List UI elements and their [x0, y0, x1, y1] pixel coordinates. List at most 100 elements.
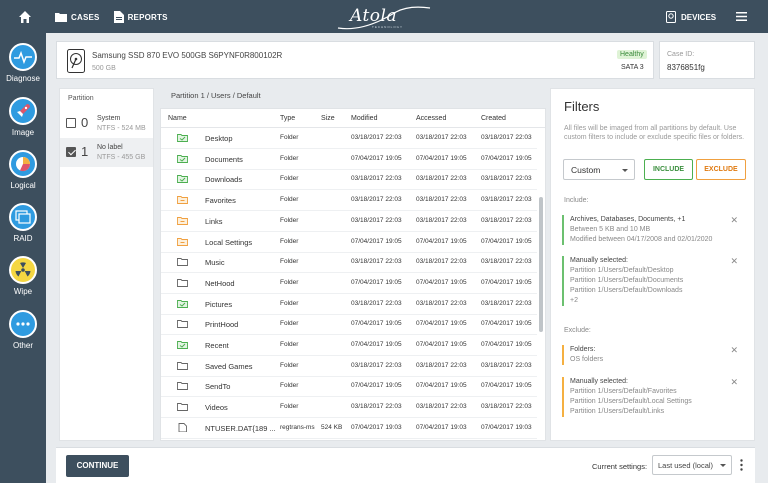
more-vertical-icon[interactable]	[740, 459, 743, 471]
file-accessed: 07/04/2017 19:05	[416, 382, 467, 390]
logo-subtitle: TECHNOLOGY	[372, 25, 404, 29]
file-name: Local Settings	[205, 237, 253, 247]
file-name: Downloads	[205, 175, 243, 185]
table-row[interactable]: Recent Folder 07/04/2017 19:05 07/04/2017 1…	[161, 335, 537, 356]
filter-mode-select[interactable]: Custom	[563, 159, 635, 180]
file-modified: 07/04/2017 19:05	[351, 237, 402, 245]
partition-row[interactable]: 0 System NTFS - 524 MB	[60, 109, 153, 138]
filter-mode-value: Custom	[571, 165, 601, 175]
remove-icon[interactable]: ✕	[730, 215, 738, 225]
file-created: 07/04/2017 19:03	[481, 423, 532, 431]
rail-other[interactable]: Other	[0, 310, 46, 350]
remove-icon[interactable]: ✕	[730, 345, 738, 355]
file-created: 03/18/2017 22:03	[481, 196, 532, 204]
file-modified: 07/04/2017 19:05	[351, 382, 402, 390]
hard-drive-icon	[67, 49, 85, 73]
rail-wipe[interactable]: Wipe	[0, 256, 46, 296]
partition-panel: Partition 0 System NTFS - 524 MB 1 No la…	[59, 88, 154, 441]
column-header-size[interactable]: Size	[321, 115, 335, 122]
device-interface: SATA 3	[621, 64, 644, 71]
column-header-modified[interactable]: Modified	[351, 115, 377, 122]
case-id-value: 8376851fg	[667, 63, 705, 72]
table-row[interactable]: Music Folder 03/18/2017 22:03 03/18/2017 22…	[161, 252, 537, 274]
partition-row[interactable]: 1 No label NTFS - 455 GB	[60, 138, 153, 167]
rail-wipe-label: Wipe	[13, 287, 33, 296]
folder-icon	[177, 258, 188, 267]
nav-cases[interactable]: CASES	[55, 11, 100, 23]
raid-icon	[9, 203, 37, 231]
table-row[interactable]: SendTo Folder 07/04/2017 19:05 07/04/2017 1…	[161, 376, 537, 398]
file-name: Saved Games	[205, 361, 253, 371]
rule-line: Partition 1/Users/Default/Downloads	[570, 287, 683, 294]
table-row[interactable]: Videos Folder 03/18/2017 22:03 03/18/2017 2…	[161, 397, 537, 419]
devices-button[interactable]: DEVICES	[666, 11, 716, 23]
remove-icon[interactable]: ✕	[730, 377, 738, 387]
rail-raid-label: RAID	[13, 234, 33, 243]
include-rule[interactable]: Archives, Databases, Documents, +1 Betwe…	[562, 215, 750, 245]
continue-button[interactable]: CONTINUE	[66, 455, 129, 477]
hamburger-menu-icon[interactable]	[736, 12, 747, 21]
current-settings-select[interactable]: Last used (local)	[652, 455, 732, 475]
file-created: 03/18/2017 22:03	[481, 299, 532, 307]
rule-line: OS folders	[570, 356, 604, 363]
file-type: Folder	[280, 403, 299, 411]
rail-image[interactable]: Image	[0, 97, 46, 137]
rule-line: Modified between 04/17/2008 and 02/01/20…	[570, 236, 713, 243]
column-header-type[interactable]: Type	[280, 115, 295, 122]
rail-other-label: Other	[12, 341, 33, 350]
table-row[interactable]: Pictures Folder 03/18/2017 22:03 03/18/2017…	[161, 294, 537, 315]
include-button[interactable]: INCLUDE	[644, 159, 693, 180]
column-header-accessed[interactable]: Accessed	[416, 115, 446, 122]
nav-reports[interactable]: REPORTS	[113, 11, 168, 23]
breadcrumb[interactable]: Partition 1 / Users / Default	[171, 91, 261, 100]
file-modified: 03/18/2017 22:03	[351, 403, 402, 411]
file-size: 524 KB	[321, 423, 343, 431]
table-row[interactable]: Saved Games Folder 03/18/2017 22:03 03/18/2…	[161, 356, 537, 377]
remove-icon[interactable]: ✕	[730, 256, 738, 266]
partition-desc: NTFS - 455 GB	[97, 154, 146, 161]
partition-title: Partition	[68, 95, 94, 102]
case-id-label: Case ID:	[667, 51, 695, 58]
file-name: PrintHood	[205, 320, 239, 330]
file-type: Folder	[280, 278, 299, 286]
file-name: Desktop	[205, 134, 233, 143]
table-row[interactable]: Desktop Folder 03/18/2017 22:03 03/18/2017 …	[161, 128, 537, 149]
table-row[interactable]: Favorites Folder 03/18/2017 22:03 03/18/201…	[161, 190, 537, 212]
rail-raid[interactable]: RAID	[0, 203, 46, 243]
table-row[interactable]: Downloads Folder 03/18/2017 22:03 03/18/201…	[161, 169, 537, 191]
include-rule[interactable]: Manually selected: Partition 1/Users/Def…	[562, 256, 750, 306]
rail-logical[interactable]: Logical	[0, 150, 46, 190]
rail-diagnose[interactable]: Diagnose	[0, 43, 46, 83]
file-modified: 07/04/2017 19:05	[351, 341, 402, 348]
table-row[interactable]: Links Folder 03/18/2017 22:03 03/18/2017 22…	[161, 211, 537, 232]
rule-line: Partition 1/Users/Default/Desktop	[570, 267, 674, 274]
folder-icon	[177, 382, 188, 391]
current-settings-value: Last used (local)	[658, 461, 714, 470]
table-row[interactable]: PrintHood Folder 07/04/2017 19:05 07/04/201…	[161, 314, 537, 336]
scrollbar[interactable]	[539, 197, 543, 332]
status-badge: Healthy	[617, 50, 647, 59]
file-name: Favorites	[205, 196, 236, 206]
exclude-rule[interactable]: Folders: OS folders ✕	[562, 345, 750, 365]
column-header-created[interactable]: Created	[481, 115, 506, 122]
exclude-heading: Exclude:	[564, 327, 591, 334]
table-row[interactable]: Documents Folder 07/04/2017 19:05 07/04/201…	[161, 149, 537, 170]
file-created: 07/04/2017 19:05	[481, 320, 532, 328]
column-header-name[interactable]: Name	[168, 115, 187, 122]
exclude-button[interactable]: EXCLUDE	[696, 159, 746, 180]
current-settings-label: Current settings:	[592, 462, 648, 471]
partition-checkbox[interactable]	[66, 147, 76, 157]
table-row[interactable]: NTUSER.DAT{189 ... regtrans-ms 524 KB 07/04…	[161, 418, 537, 439]
table-row[interactable]: NetHood Folder 07/04/2017 19:05 07/04/2017 …	[161, 273, 537, 294]
rule-title: Folders:	[570, 346, 596, 353]
file-type: Folder	[280, 341, 299, 348]
exclude-rule[interactable]: Manually selected: Partition 1/Users/Def…	[562, 377, 750, 417]
home-icon[interactable]	[18, 10, 32, 24]
file-accessed: 03/18/2017 22:03	[416, 258, 467, 266]
file-name: Links	[205, 216, 223, 226]
partition-checkbox[interactable]	[66, 118, 76, 128]
file-modified: 03/18/2017 22:03	[351, 216, 402, 224]
table-row[interactable]: Local Settings Folder 07/04/2017 19:05 07/0…	[161, 232, 537, 253]
file-accessed: 03/18/2017 22:03	[416, 216, 467, 224]
file-type: regtrans-ms	[280, 423, 315, 431]
